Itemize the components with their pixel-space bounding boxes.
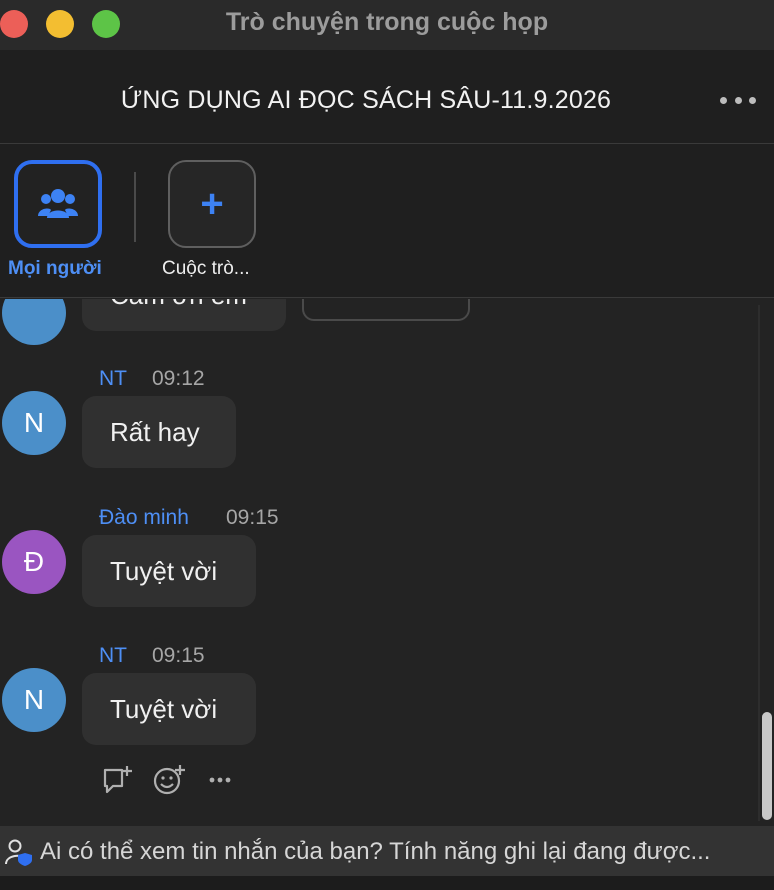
avatar-letter: N: [23, 407, 45, 438]
scrollbar-track[interactable]: [758, 305, 760, 821]
message-time: 09:12: [152, 367, 205, 390]
avatar[interactable]: Đ: [2, 530, 66, 594]
person-shield-icon: [5, 839, 32, 866]
message-text: Tuyệt vời: [110, 693, 218, 724]
message-bubble[interactable]: Cảm ơn em: [82, 299, 286, 331]
avatar: [2, 299, 66, 345]
message-bubble[interactable]: Rất hay: [82, 396, 236, 468]
privacy-text[interactable]: Ai có thể xem tin nhắn của bạn? Tính năn…: [40, 838, 766, 866]
window-title: Trò chuyện trong cuộc họp: [225, 8, 549, 36]
avatar-letter: N: [23, 684, 45, 715]
privacy-notice[interactable]: Ai có thể xem tin nhắn của bạn? Tính năn…: [0, 826, 774, 876]
tab-divider: [134, 172, 136, 242]
chat-header: ỨNG DỤNG AI ĐỌC SÁCH SÂU-11.9.2026: [0, 50, 774, 144]
tab-new-chat[interactable]: +: [168, 160, 256, 248]
sender-name: NT: [99, 367, 127, 390]
chat-tabs: + Mọi người Cuộc trò...: [0, 144, 774, 298]
title-bar: Trò chuyện trong cuộc họp: [0, 0, 774, 50]
message-bubble[interactable]: Tuyệt vời: [82, 535, 256, 607]
tab-everyone-label[interactable]: Mọi người: [8, 258, 102, 280]
people-icon: [38, 189, 78, 218]
sender-name: Đào minh: [99, 506, 189, 529]
add-reaction-icon[interactable]: [152, 764, 186, 796]
bottom-edge: [0, 876, 774, 890]
more-horizontal-icon: [720, 96, 727, 104]
message-text: Tuyệt vời: [110, 555, 218, 586]
reaction-bar[interactable]: [302, 299, 470, 321]
more-horizontal-icon[interactable]: [208, 764, 234, 796]
message-actions: [100, 764, 240, 796]
message-time: 09:15: [226, 506, 279, 529]
plus-icon: +: [200, 182, 224, 226]
message-text: Cảm ơn em: [110, 299, 247, 311]
message-bubble[interactable]: Tuyệt vời: [82, 673, 256, 745]
meeting-title: ỨNG DỤNG AI ĐỌC SÁCH SÂU-11.9.2026: [120, 86, 612, 114]
scrollbar-thumb[interactable]: [762, 712, 772, 820]
tab-everyone[interactable]: [14, 160, 102, 248]
message-text: Rất hay: [110, 416, 200, 447]
message-list[interactable]: Cảm ơn em NT 09:12 N Rất hay Đào minh 09…: [0, 299, 774, 825]
avatar-letter: Đ: [23, 546, 45, 577]
sender-name: NT: [99, 644, 127, 667]
avatar[interactable]: N: [2, 391, 66, 455]
message-time: 09:15: [152, 644, 205, 667]
more-options-button[interactable]: [720, 90, 756, 110]
reply-icon[interactable]: [102, 764, 134, 796]
tab-new-chat-label[interactable]: Cuộc trò...: [162, 258, 250, 280]
avatar[interactable]: N: [2, 668, 66, 732]
